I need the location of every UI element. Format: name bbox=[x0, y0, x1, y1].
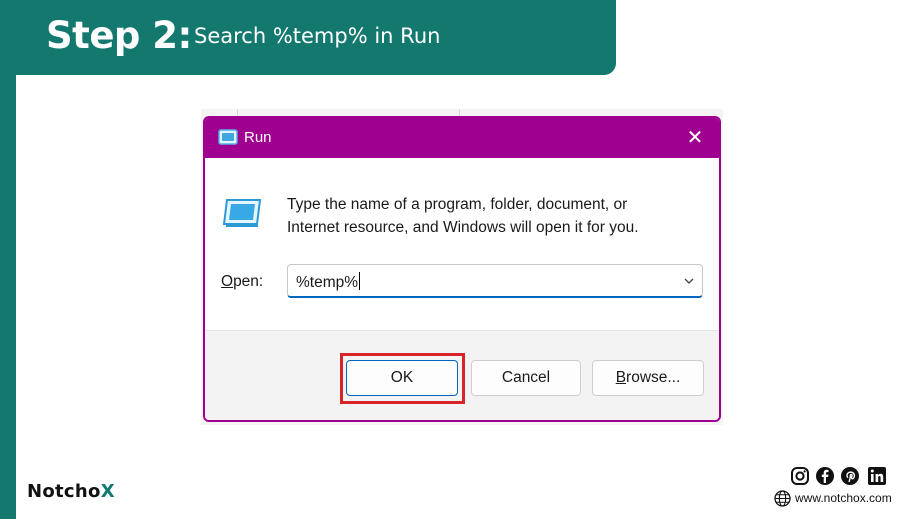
instagram-icon[interactable] bbox=[790, 466, 810, 486]
logo-text: Notcho bbox=[27, 481, 101, 502]
facebook-icon[interactable] bbox=[815, 466, 835, 486]
website-link[interactable]: www.notchox.com bbox=[795, 491, 892, 505]
step-label: Step 2: bbox=[46, 14, 192, 57]
description-line-2: Internet resource, and Windows will open… bbox=[287, 219, 639, 236]
run-app-icon bbox=[218, 129, 238, 145]
pinterest-icon[interactable] bbox=[840, 466, 860, 486]
browse-button[interactable]: Browse... bbox=[592, 360, 704, 396]
step-instruction: Search %temp% in Run bbox=[194, 24, 441, 48]
cancel-button[interactable]: Cancel bbox=[471, 360, 581, 396]
text-caret bbox=[359, 272, 361, 290]
globe-icon bbox=[774, 490, 791, 507]
logo-x-mark: X bbox=[100, 481, 115, 502]
chevron-down-icon[interactable] bbox=[683, 275, 695, 287]
browse-accesskey: B bbox=[615, 369, 627, 386]
open-combobox[interactable]: %temp% bbox=[287, 264, 703, 298]
dialog-description: Type the name of a program, folder, docu… bbox=[287, 193, 707, 239]
dialog-button-bar: OK Cancel Browse... bbox=[205, 330, 719, 420]
open-label-rest: pen: bbox=[233, 273, 264, 290]
open-input-value[interactable]: %temp% bbox=[296, 272, 361, 292]
run-dialog: Run ✕ Type the name of a program, folder… bbox=[203, 116, 721, 422]
open-input-text: %temp% bbox=[296, 274, 359, 291]
ok-button[interactable]: OK bbox=[346, 360, 458, 396]
left-accent-strip bbox=[0, 0, 16, 519]
run-program-icon bbox=[222, 199, 262, 227]
open-accesskey: O bbox=[221, 273, 234, 290]
step-header: Step 2: Search %temp% in Run bbox=[0, 0, 616, 75]
dialog-titlebar[interactable]: Run ✕ bbox=[205, 118, 719, 158]
close-icon: ✕ bbox=[686, 127, 704, 149]
open-label: Open: bbox=[221, 273, 263, 291]
dialog-title: Run bbox=[244, 129, 272, 146]
description-line-1: Type the name of a program, folder, docu… bbox=[287, 196, 628, 213]
close-button[interactable]: ✕ bbox=[681, 124, 709, 152]
browse-label-rest: rowse... bbox=[626, 369, 681, 386]
notchox-logo: NotchoX bbox=[27, 481, 115, 502]
linkedin-icon[interactable] bbox=[867, 466, 887, 486]
